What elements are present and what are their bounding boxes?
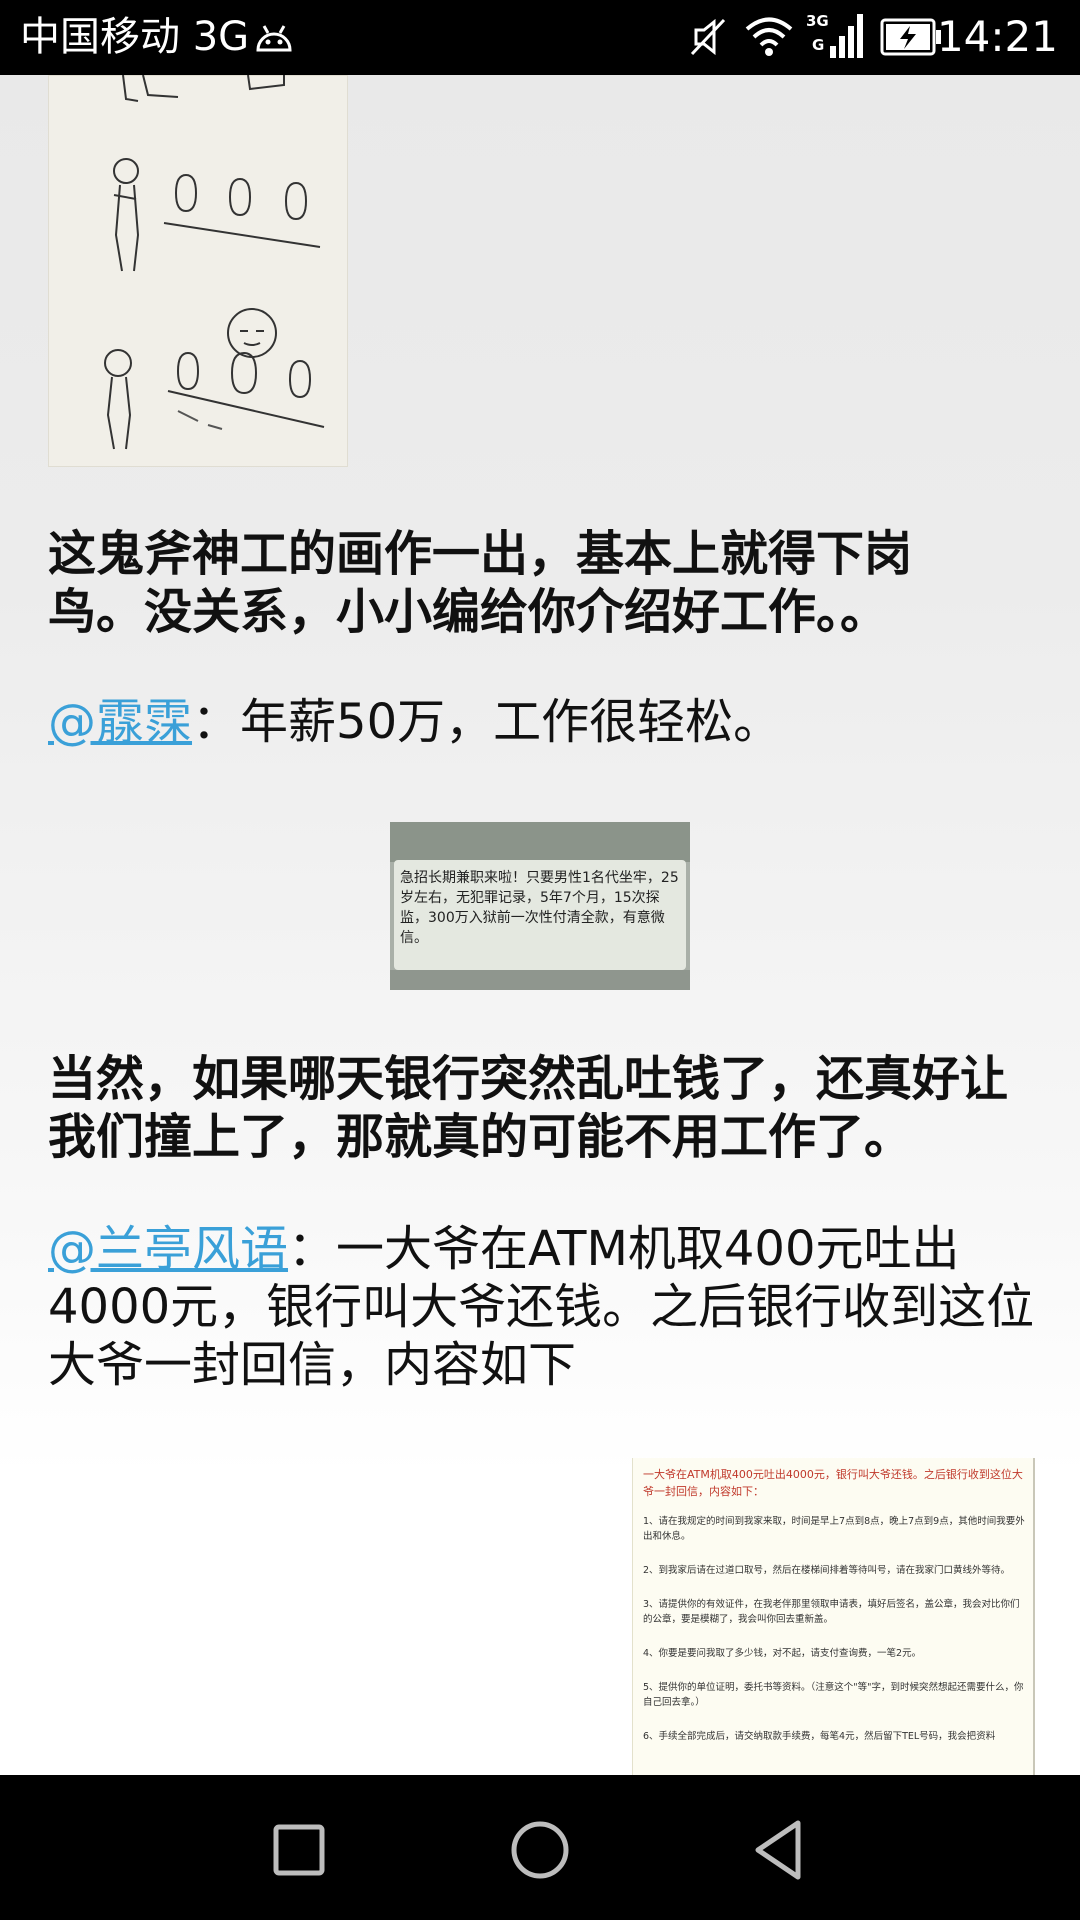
clock: 14:21 (936, 12, 1058, 61)
comic-image[interactable] (48, 75, 348, 467)
sms-header-area (390, 822, 690, 862)
letter-item: 4、你要是要问我取了多少钱，对不起，请支付查询费，一笔2元。 (643, 1648, 922, 1659)
wifi-icon (745, 17, 793, 56)
status-bar: 中国移动 3G 3G G 14:21 (0, 0, 1080, 75)
back-icon[interactable] (738, 1815, 818, 1885)
mention-separator: ： (288, 1221, 337, 1277)
letter-item: 2、到我家后请在过道口取号，然后在楼梯间排着等待叫号，请在我家门口黄线外等待。 (643, 1565, 1011, 1576)
mute-icon (690, 18, 726, 56)
mention-separator: ： (192, 694, 241, 750)
letter-image[interactable]: 一大爷在ATM机取400元吐出4000元，银行叫大爷还钱。之后银行收到这位大爷一… (632, 1458, 1035, 1775)
android-icon (256, 25, 292, 52)
letter-items: 1、请在我规定的时间到我家来取，时间是早上7点到8点，晚上7点到9点，其他时间我… (643, 1514, 1025, 1763)
carrier-label: 中国移动 3G (20, 14, 250, 60)
letter-item: 6、手续全部完成后，请交纳取款手续费，每笔4元，然后留下TEL号码，我会把资料 (643, 1731, 996, 1742)
post-quote-1: @霡霂：年薪50万，工作很轻松。 (48, 693, 1038, 751)
paragraph-intro: 这鬼斧神工的画作一出，基本上就得下岗鸟。没关系，小小编给你介绍好工作。。 (48, 526, 913, 640)
article-content[interactable]: 这鬼斧神工的画作一出，基本上就得下岗鸟。没关系，小小编给你介绍好工作。。 @霡霂… (0, 75, 1080, 1775)
svg-text:G: G (812, 36, 824, 54)
signal-3g-icon: 3G G (806, 12, 863, 58)
letter-item: 3、请提供你的有效证件，在我老伴那里领取申请表，填好后签名，盖公章，我会对比你们… (643, 1599, 1020, 1625)
user-mention-link[interactable]: @霡霂 (48, 694, 192, 750)
svg-text:3G: 3G (806, 12, 829, 30)
navigation-bar (0, 1775, 1080, 1920)
paragraph-bank: 当然，如果哪天银行突然乱吐钱了，还真好让我们撞上了，那就真的可能不用工作了。 (48, 1051, 1009, 1165)
post-text: 年薪50万，工作很轻松。 (240, 694, 782, 750)
post-quote-2: @兰亭风语：一大爷在ATM机取400元吐出4000元，银行叫大爷还钱。之后银行收… (48, 1220, 1038, 1394)
user-mention-link[interactable]: @兰亭风语 (48, 1221, 288, 1277)
sms-screenshot-image[interactable]: 急招长期兼职来啦！只要男性1名代坐牢，25岁左右，无犯罪记录，5年7个月，15次… (390, 822, 690, 990)
recent-apps-icon[interactable] (258, 1815, 338, 1885)
letter-title: 一大爷在ATM机取400元吐出4000元，银行叫大爷还钱。之后银行收到这位大爷一… (643, 1468, 1023, 1498)
letter-item: 1、请在我规定的时间到我家来取，时间是早上7点到8点，晚上7点到9点，其他时间我… (643, 1516, 1025, 1542)
letter-item: 5、提供你的单位证明，委托书等资料。（注意这个"等"字，到时候突然想起还需要什么… (643, 1682, 1024, 1708)
home-icon[interactable] (500, 1815, 580, 1885)
sms-message-text: 急招长期兼职来啦！只要男性1名代坐牢，25岁左右，无犯罪记录，5年7个月，15次… (400, 870, 679, 946)
battery-charging-icon (880, 18, 941, 56)
sms-footer-area (390, 970, 690, 990)
